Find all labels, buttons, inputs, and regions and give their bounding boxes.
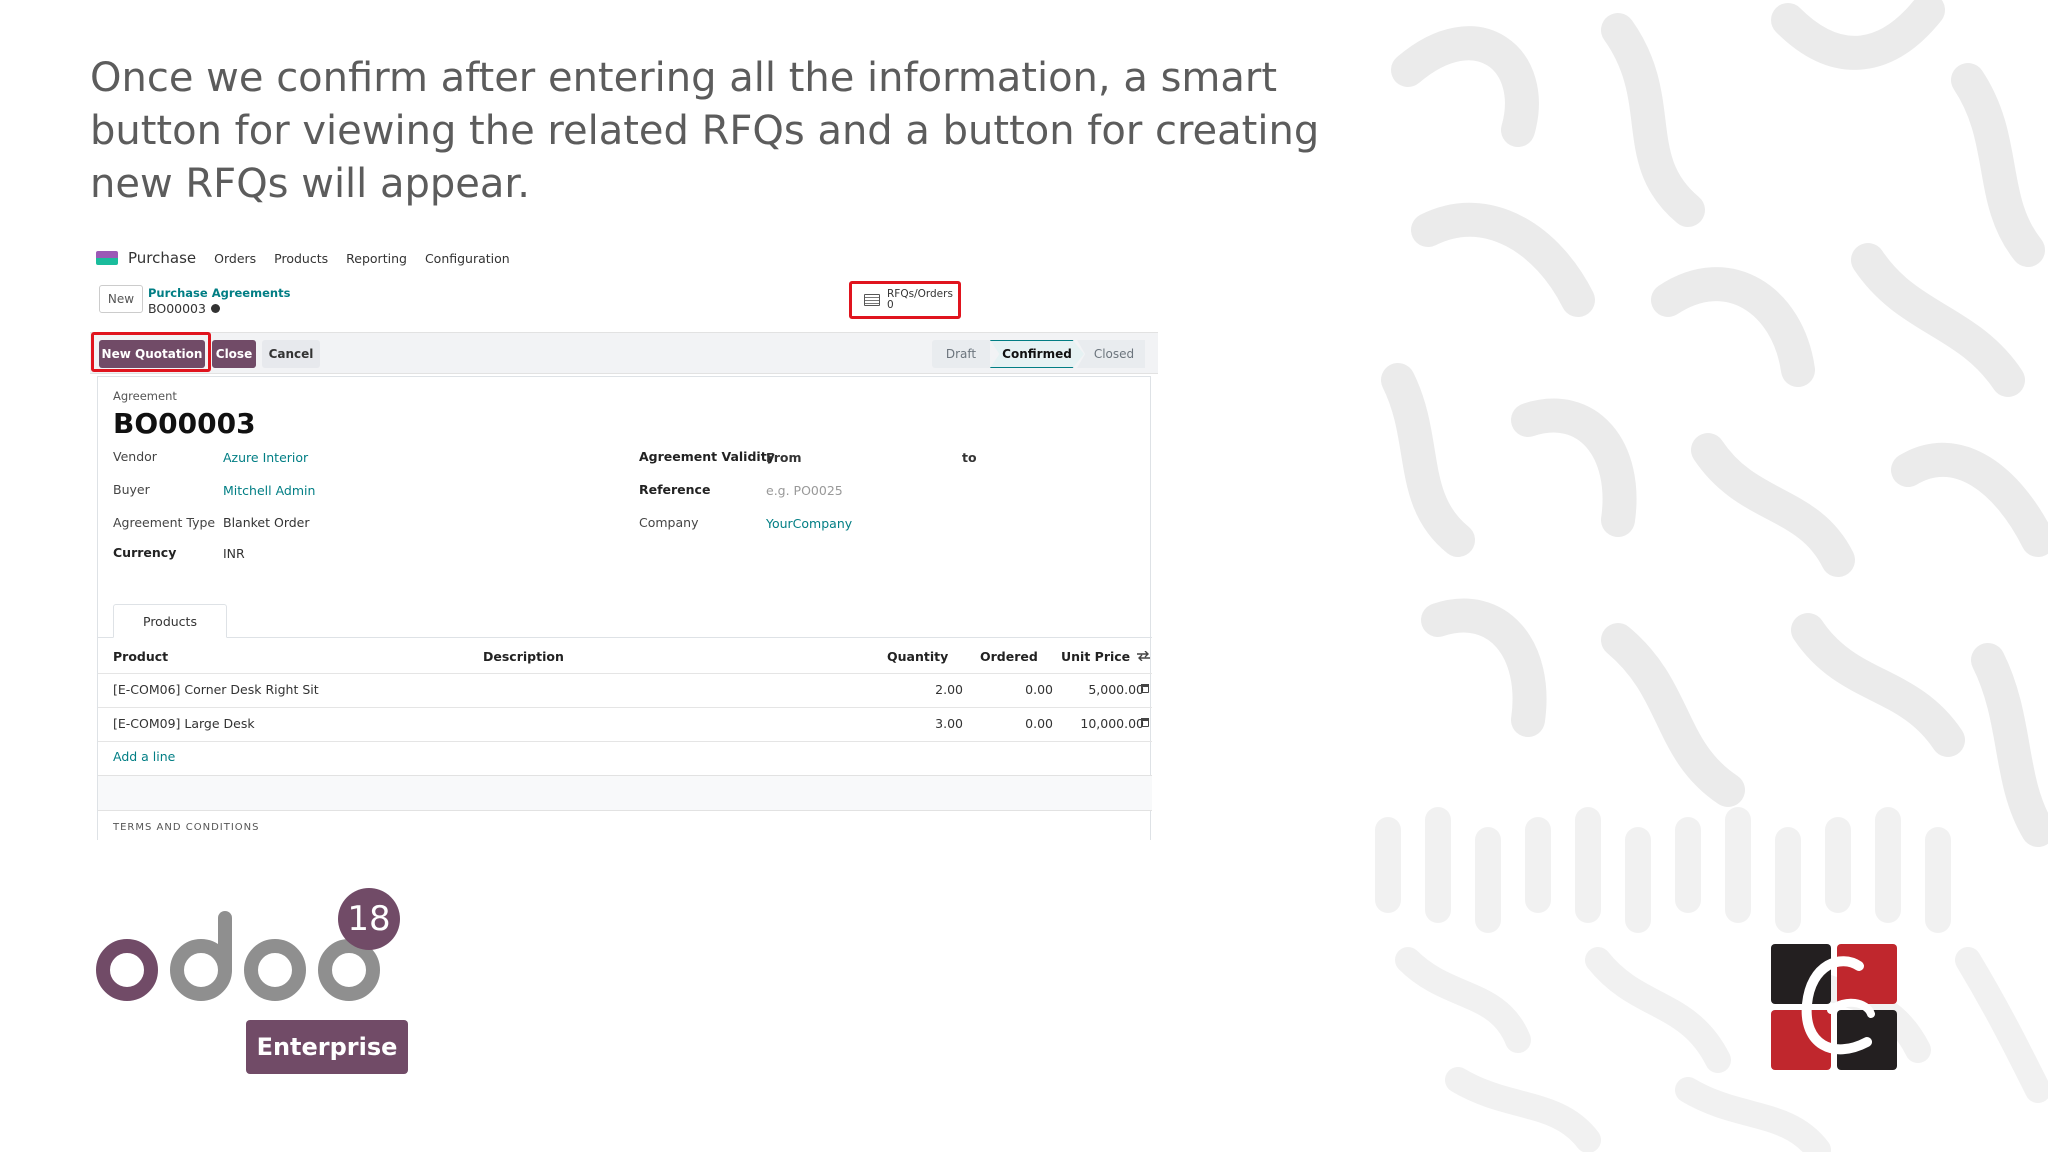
reference-input[interactable]: e.g. PO0025 xyxy=(766,483,843,498)
smart-button-label: RFQs/Orders xyxy=(887,288,953,300)
breadcrumb-current: BO00003 xyxy=(148,301,220,316)
smart-button-text: RFQs/Orders 0 xyxy=(887,289,953,311)
rfqs-orders-smart-button[interactable]: RFQs/Orders 0 xyxy=(849,281,961,319)
breadcrumb-parent[interactable]: Purchase Agreements xyxy=(148,286,290,300)
validity-label: Agreement Validity xyxy=(639,449,775,464)
row-1-quantity[interactable]: 2.00 xyxy=(888,682,963,697)
terms-heading: TERMS AND CONDITIONS xyxy=(113,822,260,833)
new-quotation-highlight xyxy=(91,332,211,372)
col-ordered[interactable]: Ordered xyxy=(980,639,1038,673)
menu-orders[interactable]: Orders xyxy=(214,251,256,266)
company-logo xyxy=(1771,944,1897,1070)
company-field[interactable]: YourCompany xyxy=(766,516,852,531)
smart-button-count: 0 xyxy=(887,299,894,311)
buyer-field[interactable]: Mitchell Admin xyxy=(223,483,315,498)
status-draft[interactable]: Draft xyxy=(932,340,990,368)
vendor-field[interactable]: Azure Interior xyxy=(223,450,308,465)
cancel-button[interactable]: Cancel xyxy=(262,340,320,368)
status-confirmed[interactable]: Confirmed xyxy=(990,340,1084,368)
col-unit-price[interactable]: Unit Price xyxy=(1061,639,1130,673)
vendor-label: Vendor xyxy=(113,449,157,464)
table-footer xyxy=(98,775,1152,811)
row-2-unit-price[interactable]: 10,000.00 xyxy=(1038,716,1144,731)
col-product[interactable]: Product xyxy=(113,639,168,673)
add-line-link[interactable]: Add a line xyxy=(113,749,175,764)
close-button[interactable]: Close xyxy=(212,340,256,368)
reference-label: Reference xyxy=(639,482,711,497)
validity-from-label[interactable]: From xyxy=(766,450,802,465)
menu-products[interactable]: Products xyxy=(274,251,328,266)
decorative-background-pattern xyxy=(1375,0,2048,1152)
slide-caption: Once we confirm after entering all the i… xyxy=(90,55,1320,207)
tab-divider xyxy=(98,637,1152,638)
buyer-label: Buyer xyxy=(113,482,150,497)
currency-field[interactable]: INR xyxy=(223,546,245,561)
tab-products[interactable]: Products xyxy=(113,604,227,638)
agreement-type-label: Agreement Type xyxy=(113,515,216,530)
row-2-quantity[interactable]: 3.00 xyxy=(888,716,963,731)
row-1-unit-price[interactable]: 5,000.00 xyxy=(1038,682,1144,697)
new-button[interactable]: New xyxy=(99,285,143,313)
col-description[interactable]: Description xyxy=(483,639,564,673)
purchase-app-icon xyxy=(96,251,118,265)
status-closed[interactable]: Closed xyxy=(1077,340,1145,368)
enterprise-badge: Enterprise xyxy=(246,1020,408,1074)
menu-configuration[interactable]: Configuration xyxy=(425,251,510,266)
trash-icon[interactable] xyxy=(1141,684,1149,693)
row-divider xyxy=(98,673,1152,674)
validity-to-label[interactable]: to xyxy=(962,450,977,465)
row-divider xyxy=(98,741,1152,742)
currency-label: Currency xyxy=(113,545,177,560)
agreement-label: Agreement xyxy=(113,389,177,403)
row-2-product[interactable]: [E-COM09] Large Desk xyxy=(113,716,255,731)
menu-reporting[interactable]: Reporting xyxy=(346,251,407,266)
gear-icon[interactable] xyxy=(210,304,220,313)
trash-icon[interactable] xyxy=(1141,718,1149,727)
agreement-reference: BO00003 xyxy=(113,407,256,440)
document-list-icon xyxy=(864,294,880,306)
breadcrumb-current-label: BO00003 xyxy=(148,301,206,316)
version-badge: 18 xyxy=(338,888,400,950)
row-divider xyxy=(98,707,1152,708)
agreement-type-field[interactable]: Blanket Order xyxy=(223,515,310,530)
row-1-product[interactable]: [E-COM06] Corner Desk Right Sit xyxy=(113,682,319,697)
company-label: Company xyxy=(639,515,699,530)
app-name[interactable]: Purchase xyxy=(128,249,196,267)
column-settings-icon[interactable] xyxy=(1137,651,1150,661)
form-sheet: Agreement BO00003 Vendor Azure Interior … xyxy=(97,376,1152,840)
top-navbar: Purchase Orders Products Reporting Confi… xyxy=(96,242,510,274)
col-quantity[interactable]: Quantity xyxy=(887,639,948,673)
odoo-screenshot: Purchase Orders Products Reporting Confi… xyxy=(90,242,1158,840)
